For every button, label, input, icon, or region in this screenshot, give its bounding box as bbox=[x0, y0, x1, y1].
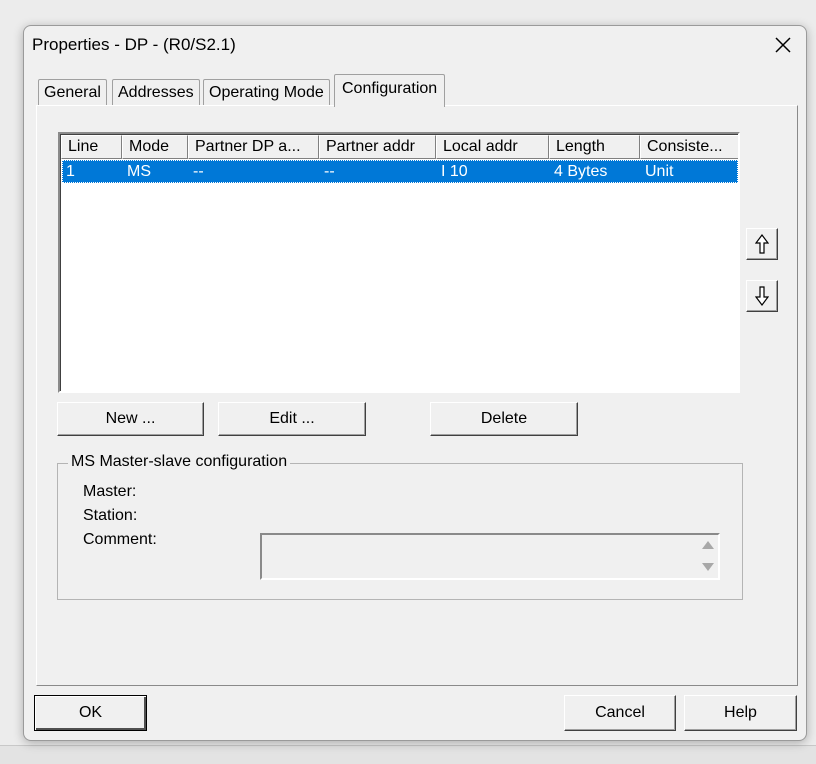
new-button[interactable]: New ... bbox=[57, 402, 204, 436]
tab-operating-mode[interactable]: Operating Mode bbox=[203, 79, 330, 107]
tab-label: General bbox=[44, 84, 101, 101]
tab-label: Addresses bbox=[118, 84, 194, 101]
column-header-local-addr[interactable]: Local addr bbox=[436, 135, 549, 159]
tab-general[interactable]: General bbox=[38, 79, 107, 107]
comment-label: Comment: bbox=[83, 531, 157, 548]
background-window-strip bbox=[0, 745, 816, 764]
tab-label: Operating Mode bbox=[209, 84, 324, 101]
arrow-up-icon bbox=[755, 234, 769, 254]
column-header-mode[interactable]: Mode bbox=[122, 135, 188, 159]
master-label: Master: bbox=[83, 483, 137, 500]
arrow-down-icon bbox=[755, 286, 769, 306]
ok-button[interactable]: OK bbox=[34, 695, 147, 731]
column-header-consistency[interactable]: Consiste... bbox=[640, 135, 738, 159]
help-button[interactable]: Help bbox=[684, 695, 797, 731]
group-title: MS Master-slave configuration bbox=[68, 453, 291, 471]
cell-partner-addr: -- bbox=[324, 163, 335, 180]
scroll-up-icon[interactable] bbox=[702, 541, 714, 549]
table-header: Line Mode Partner DP a... Partner addr L… bbox=[61, 135, 738, 159]
move-up-button[interactable] bbox=[746, 228, 778, 260]
tab-configuration[interactable]: Configuration bbox=[334, 74, 446, 107]
cell-partner-dp: -- bbox=[193, 163, 204, 180]
close-icon bbox=[775, 37, 791, 53]
configuration-table[interactable]: Line Mode Partner DP a... Partner addr L… bbox=[58, 132, 740, 393]
scroll-down-icon[interactable] bbox=[702, 563, 714, 571]
cell-consistency: Unit bbox=[645, 163, 674, 180]
column-header-partner-addr[interactable]: Partner addr bbox=[319, 135, 436, 159]
comment-field[interactable] bbox=[260, 533, 720, 580]
delete-button[interactable]: Delete bbox=[430, 402, 578, 436]
tab-label: Configuration bbox=[342, 80, 438, 97]
window-title: Properties - DP - (R0/S2.1) bbox=[32, 35, 236, 54]
title-bar: Properties - DP - (R0/S2.1) bbox=[24, 26, 806, 64]
properties-dialog: Properties - DP - (R0/S2.1) General Addr… bbox=[23, 25, 807, 741]
cell-mode: MS bbox=[127, 163, 151, 180]
column-header-length[interactable]: Length bbox=[549, 135, 640, 159]
column-header-line[interactable]: Line bbox=[61, 135, 122, 159]
cancel-button[interactable]: Cancel bbox=[564, 695, 676, 731]
table-row[interactable]: 1 MS -- -- I 10 4 Bytes Unit bbox=[62, 160, 738, 183]
move-down-button[interactable] bbox=[746, 280, 778, 312]
station-label: Station: bbox=[83, 507, 138, 524]
cell-line: 1 bbox=[66, 163, 75, 180]
cell-length: 4 Bytes bbox=[554, 163, 608, 180]
edit-button[interactable]: Edit ... bbox=[218, 402, 366, 436]
tab-addresses[interactable]: Addresses bbox=[112, 79, 200, 107]
cell-local-addr: I 10 bbox=[441, 163, 468, 180]
column-header-partner-dp[interactable]: Partner DP a... bbox=[188, 135, 319, 159]
close-button[interactable] bbox=[770, 32, 796, 58]
